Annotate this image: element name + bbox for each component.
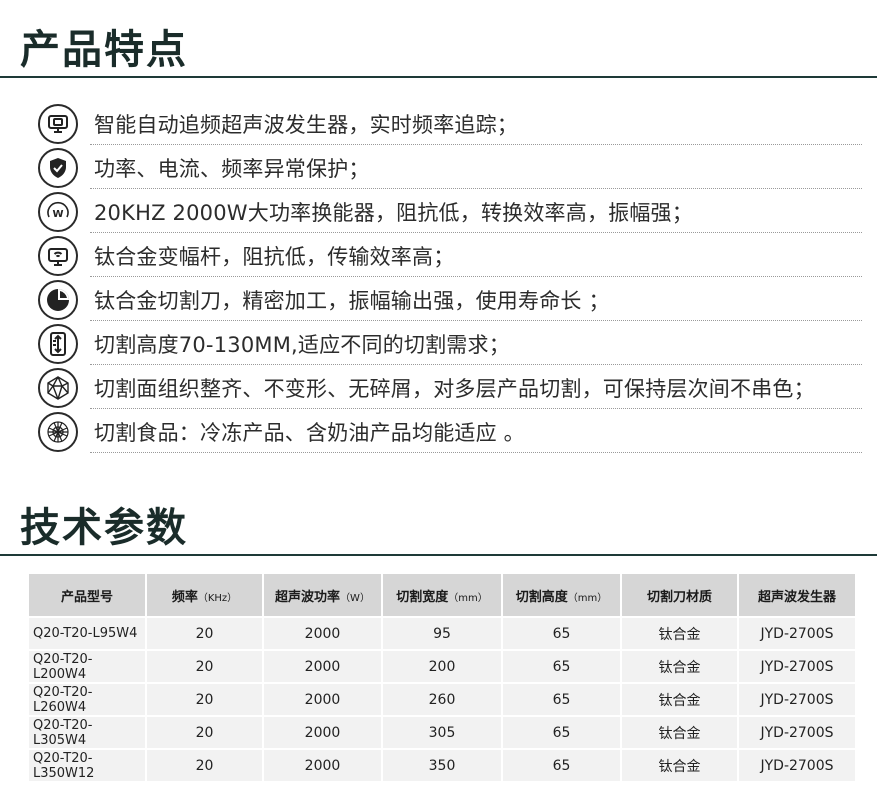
table-header-cell: 超声波功率（W） <box>264 574 381 616</box>
table-cell: 65 <box>503 618 620 649</box>
feature-text: 20KHZ 2000W大功率换能器，阻抗低，转换效率高，振幅强； <box>94 201 693 225</box>
header-label: 切割宽度 <box>396 589 449 605</box>
table-cell: Q20-T20-L260W4 <box>29 684 145 715</box>
table-cell: 95 <box>383 618 501 649</box>
feature-text: 切割食品：冷冻产品、含奶油产品均能适应 。 <box>94 421 525 445</box>
features-title-rule <box>0 76 877 78</box>
table-row: Q20-T20-L350W12 20 2000 350 65 钛合金 JYD-2700S <box>29 750 855 781</box>
dotted-separator <box>90 232 862 233</box>
table-row: Q20-T20-L200W4 20 2000 200 65 钛合金 JYD-2700S <box>29 651 855 682</box>
table-cell: 2000 <box>264 618 381 649</box>
table-header-cell: 切割高度（mm） <box>503 574 620 616</box>
dotted-separator <box>90 408 862 409</box>
table-cell: Q20-T20-L350W12 <box>29 750 145 781</box>
table-header-cell: 超声波发生器 <box>739 574 855 616</box>
table-header-cell: 切割宽度（mm） <box>383 574 501 616</box>
table-row: Q20-T20-L95W4 20 2000 95 65 钛合金 JYD-2700S <box>29 618 855 649</box>
header-label: 超声波功率 <box>275 589 341 605</box>
table-cell: 200 <box>383 651 501 682</box>
table-header-cell: 产品型号 <box>29 574 145 616</box>
table-cell: 2000 <box>264 750 381 781</box>
dotted-separator <box>90 276 862 277</box>
table-cell: 65 <box>503 651 620 682</box>
table-cell: Q20-T20-L305W4 <box>29 717 145 748</box>
feature-item: 切割面组织整齐、不变形、无碎屑，对多层产品切割，可保持层次间不串色； <box>38 366 862 410</box>
header-unit: （W） <box>340 592 370 604</box>
feature-text: 钛合金切割刀，精密加工，振幅输出强，使用寿命长 ； <box>94 289 610 313</box>
table-row: Q20-T20-L260W4 20 2000 260 65 钛合金 JYD-2700S <box>29 684 855 715</box>
dotted-separator <box>90 320 862 321</box>
table-cell: 2000 <box>264 651 381 682</box>
table-header-cell: 切割刀材质 <box>622 574 737 616</box>
shield-check-icon <box>38 148 78 188</box>
feature-text: 功率、电流、频率异常保护； <box>94 157 370 181</box>
features-list: 智能自动追频超声波发生器，实时频率追踪； 功率、电流、频率异常保护； W 20KHZ … <box>38 102 862 454</box>
table-cell: 2000 <box>264 717 381 748</box>
table-cell: 20 <box>147 750 262 781</box>
feature-item: 功率、电流、频率异常保护； <box>38 146 862 190</box>
spec-table: 产品型号 频率（KHz） 超声波功率（W） 切割宽度（mm） 切割高度（mm） 切割刀材质… <box>27 572 857 783</box>
table-cell: JYD-2700S <box>739 750 855 781</box>
table-cell: 钛合金 <box>622 618 737 649</box>
table-cell: 260 <box>383 684 501 715</box>
feature-item: 切割高度70-130MM,适应不同的切割需求； <box>38 322 862 366</box>
table-cell: Q20-T20-L200W4 <box>29 651 145 682</box>
feature-text: 切割面组织整齐、不变形、无碎屑，对多层产品切割，可保持层次间不串色； <box>94 377 815 401</box>
height-ruler-icon <box>38 324 78 364</box>
mesh-flower-icon <box>38 412 78 452</box>
header-label: 超声波发生器 <box>757 589 836 605</box>
header-unit: （mm） <box>448 592 488 604</box>
feature-text: 切割高度70-130MM,适应不同的切割需求； <box>94 333 510 357</box>
table-cell: JYD-2700S <box>739 618 855 649</box>
table-cell: 20 <box>147 618 262 649</box>
table-cell: 65 <box>503 684 620 715</box>
table-row: Q20-T20-L305W4 20 2000 305 65 钛合金 JYD-2700S <box>29 717 855 748</box>
table-cell: 钛合金 <box>622 684 737 715</box>
table-cell: JYD-2700S <box>739 717 855 748</box>
feature-item: W 20KHZ 2000W大功率换能器，阻抗低，转换效率高，振幅强； <box>38 190 862 234</box>
dotted-separator <box>90 188 862 189</box>
feature-item: 钛合金切割刀，精密加工，振幅输出强，使用寿命长 ； <box>38 278 862 322</box>
table-cell: 2000 <box>264 684 381 715</box>
table-cell: 钛合金 <box>622 750 737 781</box>
header-label: 频率 <box>171 589 198 605</box>
header-unit: （mm） <box>567 592 608 604</box>
spec-table-header-row: 产品型号 频率（KHz） 超声波功率（W） 切割宽度（mm） 切割高度（mm） 切割刀材质… <box>29 574 855 616</box>
table-cell: JYD-2700S <box>739 684 855 715</box>
spec-table-body: Q20-T20-L95W4 20 2000 95 65 钛合金 JYD-2700S Q20-T… <box>29 618 855 781</box>
power-w-gauge-icon: W <box>38 192 78 232</box>
header-label: 产品型号 <box>60 589 113 605</box>
specs-title-rule <box>0 554 877 556</box>
table-cell: 350 <box>383 750 501 781</box>
header-label: 切割高度 <box>515 589 568 605</box>
table-cell: 65 <box>503 750 620 781</box>
dotted-separator <box>90 452 862 453</box>
table-cell: Q20-T20-L95W4 <box>29 618 145 649</box>
feature-text: 智能自动追频超声波发生器，实时频率追踪； <box>94 113 518 137</box>
table-cell: 钛合金 <box>622 651 737 682</box>
feature-item: 钛合金变幅杆，阻抗低，传输效率高； <box>38 234 862 278</box>
table-header-cell: 频率（KHz） <box>147 574 262 616</box>
features-title: 产品特点 <box>20 27 188 73</box>
wireless-monitor-icon <box>38 236 78 276</box>
svg-text:W: W <box>52 209 63 220</box>
table-cell: 305 <box>383 717 501 748</box>
dotted-separator <box>90 144 862 145</box>
specs-title: 技术参数 <box>20 505 188 551</box>
header-unit: （KHz） <box>197 592 238 604</box>
table-cell: 20 <box>147 717 262 748</box>
polyhedron-icon <box>38 368 78 408</box>
table-cell: JYD-2700S <box>739 651 855 682</box>
table-cell: 钛合金 <box>622 717 737 748</box>
feature-item: 智能自动追频超声波发生器，实时频率追踪； <box>38 102 862 146</box>
table-cell: 20 <box>147 684 262 715</box>
dotted-separator <box>90 364 862 365</box>
monitor-chip-icon <box>38 104 78 144</box>
table-cell: 65 <box>503 717 620 748</box>
table-cell: 20 <box>147 651 262 682</box>
feature-item: 切割食品：冷冻产品、含奶油产品均能适应 。 <box>38 410 862 454</box>
header-label: 切割刀材质 <box>646 589 712 605</box>
pie-chart-icon <box>38 280 78 320</box>
feature-text: 钛合金变幅杆，阻抗低，传输效率高； <box>94 245 455 269</box>
